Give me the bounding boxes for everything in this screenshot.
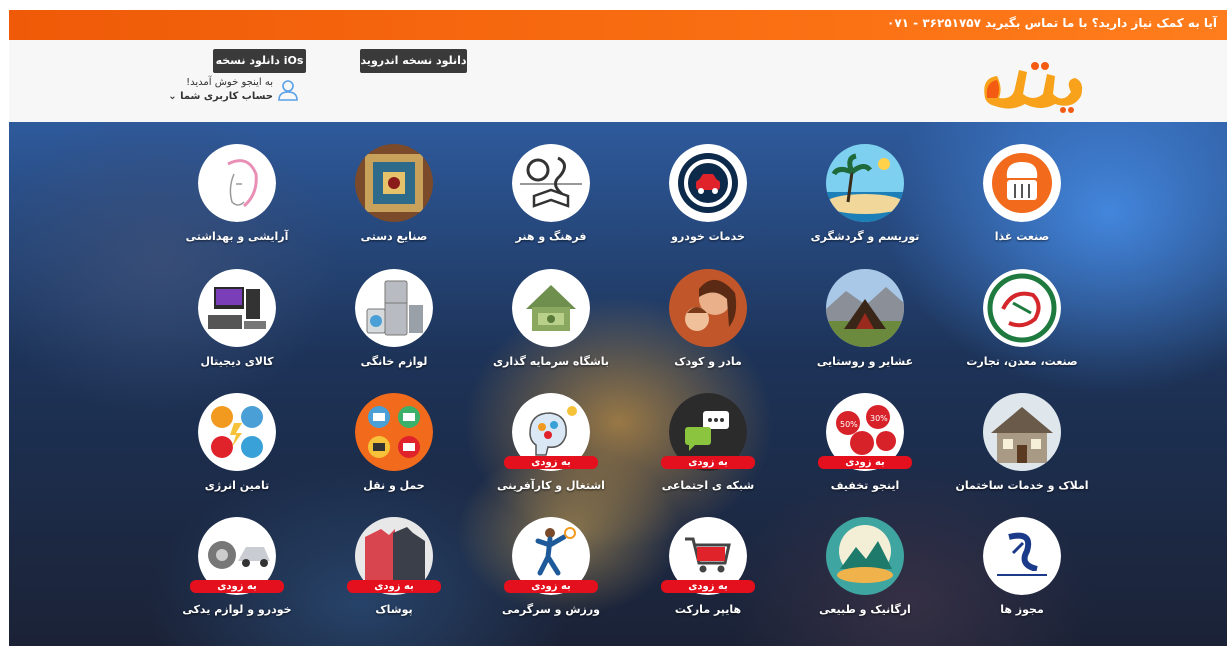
cosmetics-icon (198, 144, 276, 222)
top-bar: آیا به کمک نیاز دارید؟ با ما تماس بگیرید… (9, 10, 1227, 40)
category-label: صنعت غذا (994, 230, 1050, 243)
organic-natural-icon (826, 517, 904, 595)
licenses-icon (983, 517, 1061, 595)
digital-goods-icon (198, 269, 276, 347)
category-label: مجوز ها (1000, 603, 1044, 616)
category-culture-art[interactable]: فرهنگ و هنر (474, 144, 624, 264)
nomads-rural-icon (826, 269, 904, 347)
coming-soon-badge: به زودی (818, 456, 912, 469)
category-food-industry[interactable]: صنعت غذا (945, 144, 1095, 264)
category-label: اشتغال و کارآفرینی (497, 479, 605, 492)
category-home-appliances[interactable]: لوازم خانگی (317, 269, 467, 389)
download-ios-button[interactable]: دانلود نسخه iOs (213, 49, 306, 73)
category-tourism[interactable]: توریسم و گردشگری (788, 144, 938, 264)
category-label: پوشاک (375, 603, 413, 616)
category-label: عشایر و روستایی (816, 355, 914, 368)
category-mother-child[interactable]: مادر و کودک (631, 269, 781, 389)
coming-soon-badge: به زودی (504, 580, 598, 593)
category-label: تامین انرژی (204, 479, 270, 492)
welcome-text: به اینجو خوش آمدید! (186, 77, 273, 88)
category-transport[interactable]: حمل و نقل (317, 393, 467, 513)
category-label: ورزش و سرگرمی (501, 603, 601, 616)
coming-soon-badge: به زودی (190, 580, 284, 593)
category-label: لوازم خانگی (360, 355, 428, 368)
category-nomads-rural[interactable]: عشایر و روستایی (788, 269, 938, 389)
category-social-network[interactable]: به زودی شبکه ی اجتماعی (631, 393, 781, 513)
category-energy-supply[interactable]: تامین انرژی (160, 393, 310, 513)
category-label: املاک و خدمات ساختمان (955, 479, 1089, 492)
user-icon[interactable] (277, 79, 299, 101)
category-label: اینجو تخفیف (830, 479, 900, 492)
category-label: خدمات خودرو (671, 230, 745, 243)
logo-mark (984, 62, 1083, 113)
coming-soon-badge: به زودی (347, 580, 441, 593)
logo[interactable] (977, 58, 1089, 116)
category-label: حمل و نقل (363, 479, 425, 492)
category-sport[interactable]: به زودی ورزش و سرگرمی (474, 517, 624, 637)
category-hypermarket[interactable]: به زودی هایپر مارکت (631, 517, 781, 637)
category-digital-goods[interactable]: کالای دیجیتال (160, 269, 310, 389)
category-grid: صنعت غذا توریسم و گردشگری خدمات خودرو فر… (9, 122, 1227, 646)
tourism-icon (826, 144, 904, 222)
category-investment-club[interactable]: باشگاه سرمایه گذاری (474, 269, 624, 389)
svg-text:50%: 50% (840, 420, 858, 429)
category-cosmetics[interactable]: آرایشی و بهداشتی (160, 144, 310, 264)
category-organic-natural[interactable]: ارگانیک و طبیعی (788, 517, 938, 637)
category-clothing[interactable]: به زودی پوشاک (317, 517, 467, 637)
category-label: خودرو و لوازم یدکی (182, 603, 292, 616)
category-label: مادر و کودک (674, 355, 742, 368)
real-estate-icon (983, 393, 1061, 471)
category-label: توریسم و گردشگری (810, 230, 920, 243)
category-label: هایپر مارکت (674, 603, 742, 616)
mother-child-icon (669, 269, 747, 347)
page: آیا به کمک نیاز دارید؟ با ما تماس بگیرید… (9, 10, 1227, 646)
category-handicrafts[interactable]: صنایع دستی (317, 144, 467, 264)
category-label: ارگانیک و طبیعی (819, 603, 911, 616)
category-real-estate[interactable]: املاک و خدمات ساختمان (945, 393, 1095, 513)
coming-soon-badge: به زودی (661, 456, 755, 469)
investment-club-icon (512, 269, 590, 347)
home-appliances-icon (355, 269, 433, 347)
category-label: شبکه ی اجتماعی (661, 479, 755, 492)
category-car-service[interactable]: خدمات خودرو (631, 144, 781, 264)
category-licenses[interactable]: مجوز ها (945, 517, 1095, 637)
account-menu[interactable]: حساب کاربری شما ⌄ (168, 91, 273, 102)
car-service-icon (669, 144, 747, 222)
transport-icon (355, 393, 433, 471)
category-label: صنایع دستی (360, 230, 428, 243)
coming-soon-badge: به زودی (504, 456, 598, 469)
energy-supply-icon (198, 393, 276, 471)
category-label: باشگاه سرمایه گذاری (492, 355, 610, 368)
download-android-button[interactable]: دانلود نسخه اندروید (360, 49, 467, 73)
svg-text:30%: 30% (870, 414, 888, 423)
header: دانلود نسخه اندروید دانلود نسخه iOs به ا… (9, 40, 1227, 122)
category-label: کالای دیجیتال (200, 355, 274, 368)
culture-art-icon (512, 144, 590, 222)
category-employment[interactable]: به زودی اشتغال و کارآفرینی (474, 393, 624, 513)
category-label: صنعت، معدن، تجارت (966, 355, 1078, 368)
category-auto-parts[interactable]: به زودی خودرو و لوازم یدکی (160, 517, 310, 637)
category-discount[interactable]: 50% 30% به زودی اینجو تخفیف (788, 393, 938, 513)
coming-soon-badge: به زودی (661, 580, 755, 593)
category-industry-mine-trade[interactable]: صنعت، معدن، تجارت (945, 269, 1095, 389)
account-area[interactable]: به اینجو خوش آمدید! حساب کاربری شما ⌄ (168, 77, 299, 117)
category-label: فرهنگ و هنر (515, 230, 587, 243)
handicrafts-icon (355, 144, 433, 222)
category-label: آرایشی و بهداشتی (185, 230, 289, 243)
help-contact-text: آیا به کمک نیاز دارید؟ با ما تماس بگیرید… (887, 16, 1217, 30)
food-industry-icon (983, 144, 1061, 222)
industry-mine-trade-icon (983, 269, 1061, 347)
